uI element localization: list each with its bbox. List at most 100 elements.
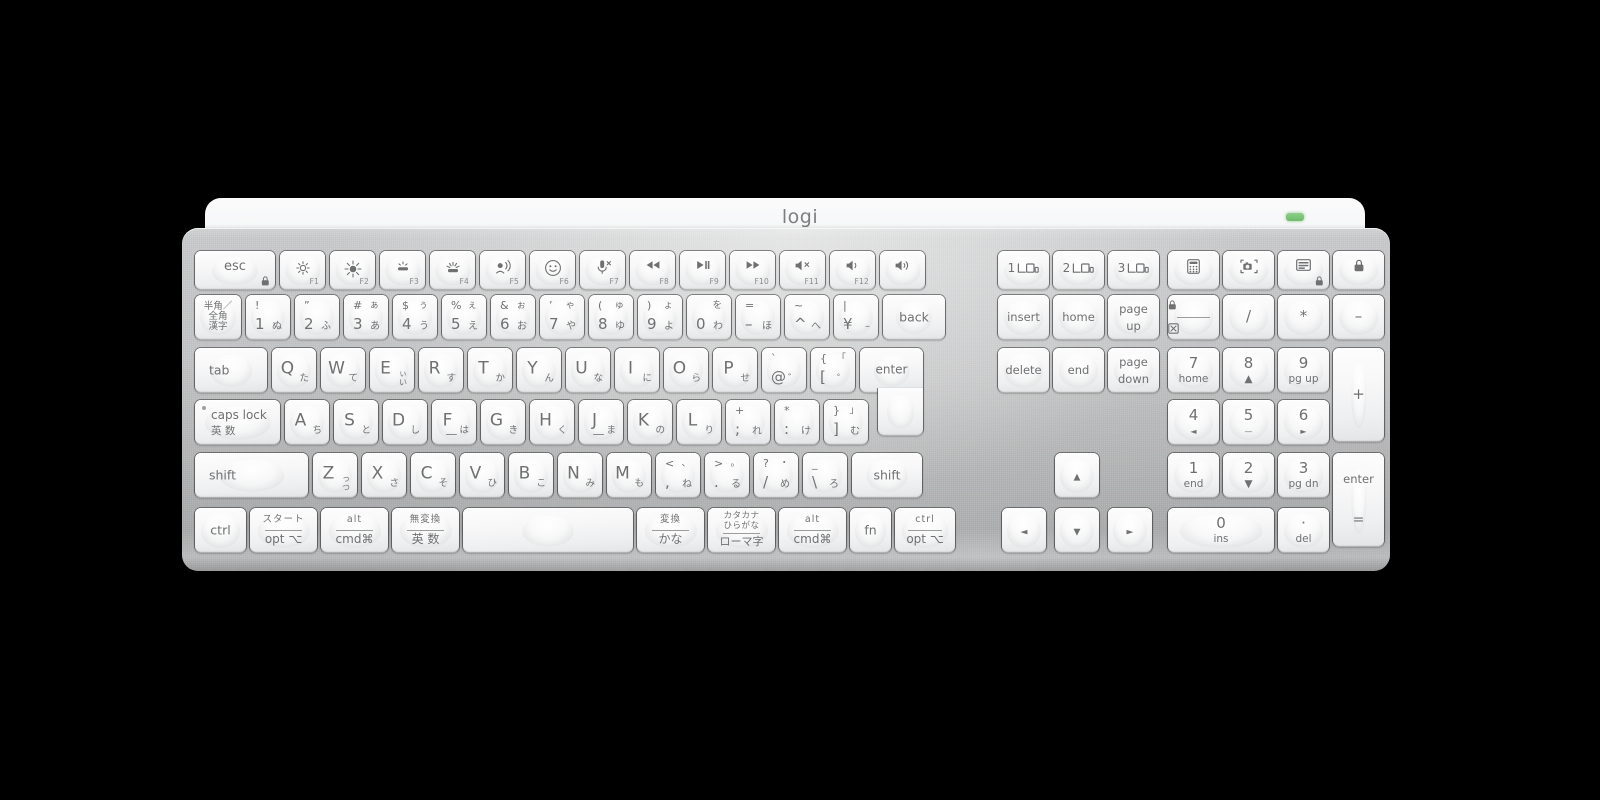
key-screen-lock[interactable] (1278, 251, 1329, 289)
key-numpad-8[interactable]: 8 ▲ (1223, 348, 1274, 392)
key-shift-left[interactable]: shift (195, 453, 308, 497)
key-numpad-period[interactable]: · del (1278, 508, 1329, 552)
key-arrow-right[interactable]: ► (1108, 508, 1152, 552)
key-f6[interactable]: F6 (530, 251, 575, 289)
key-key-8[interactable]: (ゅ 8 ゆ (589, 295, 633, 339)
key-key-r[interactable]: Rす (419, 348, 463, 392)
key-shift-right[interactable]: shift (852, 453, 922, 497)
key-key-slash[interactable]: ? ・ / め (754, 453, 798, 497)
key-alt-cmd-left[interactable]: alt cmd⌘ (321, 508, 388, 552)
key-key-comma[interactable]: < 、, ね (656, 453, 700, 497)
key-key-h[interactable]: Hく (530, 400, 574, 444)
key-space[interactable] (463, 508, 633, 552)
key-page-up[interactable]: page up (1108, 295, 1159, 339)
key-key-p[interactable]: Pせ (713, 348, 757, 392)
key-f10[interactable]: F10 (730, 251, 775, 289)
key-numpad-0[interactable]: 0 ins (1168, 508, 1274, 552)
key-hankaku-zenkaku[interactable]: 半角／ 全角 漢字 (195, 295, 241, 339)
key-key-t[interactable]: Tか (468, 348, 512, 392)
key-easy-switch-3[interactable]: 3 (1108, 251, 1159, 289)
key-calculator[interactable] (1168, 251, 1219, 289)
key-numpad-7[interactable]: 7 home (1168, 348, 1219, 392)
key-key-5[interactable]: % ぇ 5 え (442, 295, 486, 339)
key-end[interactable]: end (1053, 348, 1104, 392)
key-numpad-3[interactable]: 3 pg dn (1278, 453, 1329, 497)
key-f9[interactable]: F9 (680, 251, 725, 289)
key-key-w[interactable]: Wて (321, 348, 365, 392)
key-key-q[interactable]: Qた (272, 348, 316, 392)
key-key-n[interactable]: Nみ (558, 453, 602, 497)
key-numpad-minus[interactable]: – (1333, 295, 1384, 339)
key-delete[interactable]: delete (998, 348, 1049, 392)
key-insert[interactable]: insert (998, 295, 1049, 339)
key-key-bracket-left[interactable]: {「 [゜ (811, 348, 855, 392)
key-key-l[interactable]: Lり (677, 400, 721, 444)
key-key-backslash-ro[interactable]: _ \ ろ (803, 453, 847, 497)
key-enter-stem[interactable] (878, 388, 923, 435)
key-volume-up[interactable] (880, 251, 925, 289)
key-key-colon[interactable]: *: け (775, 400, 819, 444)
key-numpad-6[interactable]: 6 ► (1278, 400, 1329, 444)
key-easy-switch-2[interactable]: 2 (1053, 251, 1104, 289)
key-back[interactable]: back (883, 295, 945, 339)
key-numpad-1[interactable]: 1 end (1168, 453, 1219, 497)
key-key-e[interactable]: E ぃい (370, 348, 414, 392)
key-key-k[interactable]: Kの (628, 400, 672, 444)
key-kana-mode[interactable]: カタカナ ひらがな ローマ字 (708, 508, 775, 552)
key-fn[interactable]: fn (850, 508, 891, 552)
key-key-period[interactable]: > 。. る (705, 453, 749, 497)
key-start-opt-left[interactable]: スタート opt ⌥ (250, 508, 317, 552)
key-key-a[interactable]: Aち (285, 400, 329, 444)
key-key-f[interactable]: Fは (432, 400, 476, 444)
key-key-caret[interactable]: ~ ^ へ (785, 295, 829, 339)
key-numlock[interactable] (1168, 295, 1219, 339)
key-key-d[interactable]: Dし (383, 400, 427, 444)
key-numpad-multiply[interactable]: * (1278, 295, 1329, 339)
key-key-4[interactable]: $ ぅ 4 う (393, 295, 437, 339)
key-ctrl-opt-right[interactable]: ctrl opt ⌥ (895, 508, 955, 552)
key-key-z[interactable]: Z っつ (313, 453, 357, 497)
key-key-bracket-right[interactable]: } 」] む (824, 400, 868, 444)
key-key-m[interactable]: Mも (607, 453, 651, 497)
key-key-o[interactable]: Oら (664, 348, 708, 392)
key-easy-switch-1[interactable]: 1 (998, 251, 1049, 289)
key-key-c[interactable]: Cそ (411, 453, 455, 497)
key-key-b[interactable]: Bこ (509, 453, 553, 497)
key-key-semicolon[interactable]: +; れ (726, 400, 770, 444)
key-lock[interactable] (1333, 251, 1384, 289)
key-numpad-4[interactable]: 4 ◄ (1168, 400, 1219, 444)
key-f3[interactable]: F3 (380, 251, 425, 289)
key-f4[interactable]: F4 (430, 251, 475, 289)
key-f7[interactable]: F7 (580, 251, 625, 289)
key-f2[interactable]: F2 (330, 251, 375, 289)
key-f8[interactable]: F8 (630, 251, 675, 289)
key-key-0[interactable]: を0わ (687, 295, 731, 339)
key-numpad-5[interactable]: 5— (1223, 400, 1274, 444)
key-enter[interactable]: enter (860, 348, 923, 392)
key-f11[interactable]: F11 (780, 251, 825, 289)
key-numpad-plus[interactable]: + (1333, 348, 1384, 441)
key-arrow-left[interactable]: ◄ (1002, 508, 1046, 552)
key-ctrl-left[interactable]: ctrl (195, 508, 246, 552)
key-key-2[interactable]: ” 2 ふ (295, 295, 339, 339)
key-f12[interactable]: F12 (830, 251, 875, 289)
key-key-g[interactable]: Gき (481, 400, 525, 444)
key-key-x[interactable]: Xさ (362, 453, 406, 497)
key-key-yen[interactable]: | ¥ – (834, 295, 878, 339)
key-key-v[interactable]: Vひ (460, 453, 504, 497)
key-screenshot[interactable] (1223, 251, 1274, 289)
key-caps-lock[interactable]: caps lock 英 数 (195, 400, 280, 444)
key-tab[interactable]: tab (195, 348, 267, 392)
key-alt-cmd-right[interactable]: alt cmd⌘ (779, 508, 846, 552)
key-key-j[interactable]: Jま (579, 400, 623, 444)
key-key-y[interactable]: Yん (517, 348, 561, 392)
key-numpad-2[interactable]: 2 ▼ (1223, 453, 1274, 497)
key-key-9[interactable]: ) ょ 9 よ (638, 295, 682, 339)
key-arrow-up[interactable]: ▲ (1055, 453, 1099, 497)
key-key-7[interactable]: ’ ゃ 7 や (540, 295, 584, 339)
key-f5[interactable]: F5 (480, 251, 525, 289)
key-esc[interactable]: esc (195, 251, 275, 289)
key-key-6[interactable]: & ぉ 6 お (491, 295, 535, 339)
key-key-i[interactable]: Iに (615, 348, 659, 392)
key-key-u[interactable]: Uな (566, 348, 610, 392)
